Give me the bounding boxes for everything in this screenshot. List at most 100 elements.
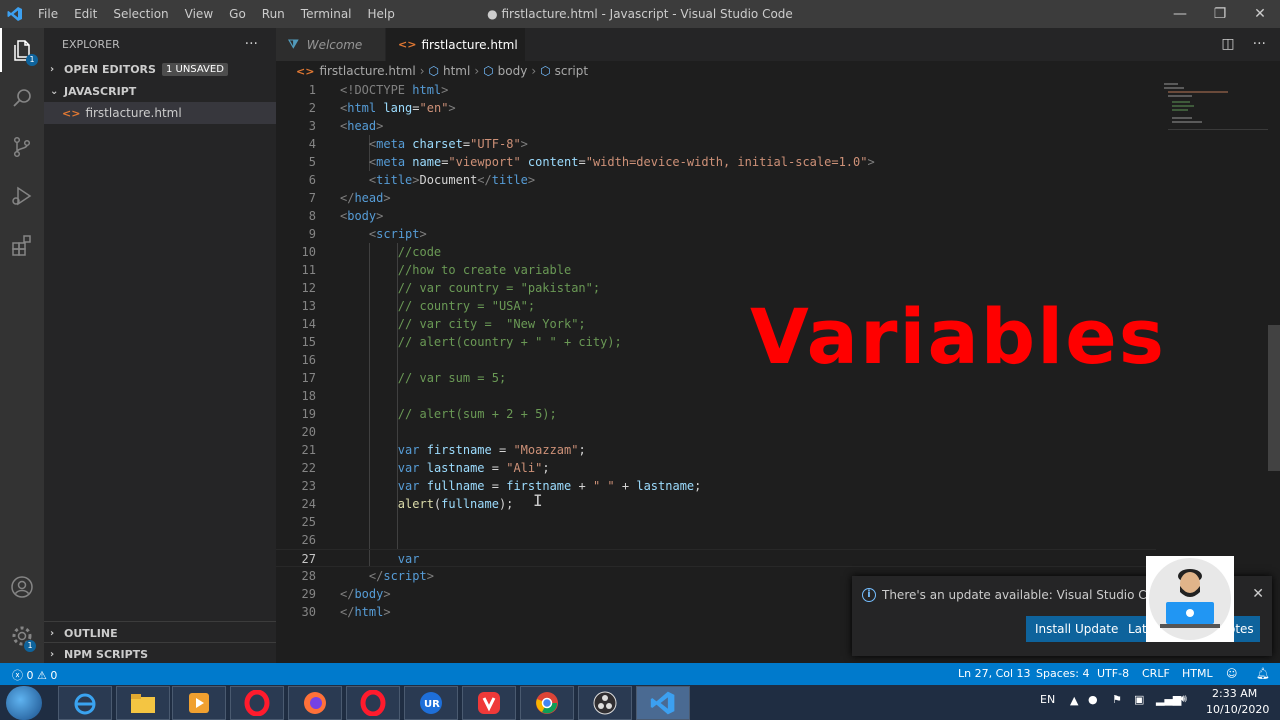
- menu-run[interactable]: Run: [254, 7, 293, 21]
- notifications-bell-icon[interactable]: 🔔︎: [1256, 667, 1270, 680]
- code-line: <!DOCTYPE html>: [340, 83, 449, 97]
- breadcrumb-body[interactable]: body: [498, 64, 528, 78]
- menu-file[interactable]: File: [30, 7, 66, 21]
- notification-message: There's an update available: Visual Stud…: [882, 588, 1152, 602]
- vscode-tab-icon: ⧩: [288, 37, 299, 51]
- split-editor-icon[interactable]: ◫: [1221, 36, 1234, 52]
- element-icon: ⬡: [540, 64, 551, 78]
- open-editors-section[interactable]: › OPEN EDITORS 1 UNSAVED: [44, 58, 276, 80]
- language-indicator[interactable]: EN: [1040, 693, 1055, 706]
- accounts-activity-button[interactable]: [0, 565, 44, 609]
- chrome-icon[interactable]: [520, 686, 574, 720]
- close-icon[interactable]: ✕: [1252, 586, 1264, 602]
- svg-text:UR: UR: [424, 699, 440, 710]
- vscode-logo-icon: [0, 0, 30, 28]
- language-mode[interactable]: HTML: [1182, 667, 1213, 680]
- cursor-position[interactable]: Ln 27, Col 13: [958, 667, 1031, 680]
- scrollbar-thumb[interactable]: [1268, 325, 1280, 471]
- vivaldi-icon[interactable]: [462, 686, 516, 720]
- network-icon[interactable]: ▂▄▆: [1156, 693, 1181, 706]
- info-icon: i: [862, 588, 876, 602]
- window-controls: — ❐ ✕: [1160, 0, 1280, 28]
- code-line: //how to create variable: [397, 263, 572, 277]
- indentation[interactable]: Spaces: 4: [1036, 667, 1089, 680]
- menu-go[interactable]: Go: [221, 7, 254, 21]
- vscode-taskbar-icon[interactable]: [636, 686, 690, 720]
- file-item-firstlacture[interactable]: <> firstlacture.html: [44, 102, 276, 124]
- explorer-activity-button[interactable]: 1: [0, 28, 44, 72]
- outline-section[interactable]: › OUTLINE: [44, 621, 276, 644]
- code-line: var firstname = "Moazzam";: [397, 443, 586, 457]
- line-number: 9: [308, 227, 316, 241]
- opera-icon[interactable]: [230, 686, 284, 720]
- breadcrumb-file[interactable]: firstlacture.html: [319, 64, 415, 78]
- tray-app-icon[interactable]: ●: [1088, 693, 1098, 706]
- source-control-activity-button[interactable]: [0, 125, 44, 169]
- more-actions-icon[interactable]: ···: [1253, 36, 1266, 52]
- chevron-down-icon: ⌄: [50, 85, 59, 97]
- npm-scripts-section[interactable]: › NPM SCRIPTS: [44, 642, 276, 665]
- run-debug-activity-button[interactable]: [0, 174, 44, 218]
- account-icon: [11, 576, 33, 598]
- menu-edit[interactable]: Edit: [66, 7, 105, 21]
- minimize-icon[interactable]: —: [1160, 0, 1200, 28]
- chevron-right-icon: ›: [50, 648, 55, 660]
- code-line: //code: [397, 245, 442, 259]
- breadcrumb-html[interactable]: html: [443, 64, 470, 78]
- line-number: 6: [308, 173, 316, 187]
- show-hidden-icons-icon[interactable]: ▲: [1070, 694, 1078, 707]
- windows-start-button[interactable]: [6, 686, 42, 720]
- code-line: var fullname = firstname + " " + lastnam…: [397, 479, 702, 493]
- uc-browser-icon[interactable]: UR: [404, 686, 458, 720]
- line-number: 29: [301, 587, 316, 601]
- editor-tabs: ⧩ Welcome <> firstlacture.html ◫ ···: [276, 28, 1280, 61]
- problems-indicator[interactable]: ⓧ 0 ⚠ 0: [12, 667, 57, 683]
- tab-firstlacture[interactable]: <> firstlacture.html: [386, 28, 526, 61]
- code-line: <meta charset="UTF-8">: [368, 137, 528, 151]
- minimap[interactable]: [1160, 81, 1268, 141]
- menu-help[interactable]: Help: [360, 7, 403, 21]
- line-number: 26: [301, 533, 316, 547]
- volume-icon[interactable]: 🔊︎: [1180, 692, 1187, 706]
- flag-icon[interactable]: ⚑: [1112, 693, 1122, 706]
- file-explorer-icon[interactable]: [116, 686, 170, 720]
- opera-alt-icon[interactable]: [346, 686, 400, 720]
- menu-terminal[interactable]: Terminal: [293, 7, 360, 21]
- restore-icon[interactable]: ❐: [1200, 0, 1240, 28]
- code-line: <body>: [340, 209, 384, 223]
- menu-view[interactable]: View: [177, 7, 221, 21]
- html-file-icon: <>: [62, 106, 81, 120]
- line-number: 23: [301, 479, 316, 493]
- line-number: 16: [301, 353, 316, 367]
- extensions-activity-button[interactable]: [0, 223, 44, 267]
- line-number: 28: [301, 569, 316, 583]
- obs-icon[interactable]: [578, 686, 632, 720]
- line-number: 11: [301, 263, 316, 277]
- code-line: var: [397, 552, 420, 566]
- media-player-icon[interactable]: [172, 686, 226, 720]
- html-file-icon: <>: [398, 38, 417, 51]
- feedback-icon[interactable]: ☺: [1226, 667, 1237, 680]
- more-actions-icon[interactable]: ···: [245, 36, 258, 52]
- code-line: // alert(country + " " + city);: [397, 335, 622, 349]
- line-number: 19: [301, 407, 316, 421]
- manage-activity-button[interactable]: 1: [0, 614, 44, 658]
- breadcrumb-script[interactable]: script: [555, 64, 588, 78]
- clock-time[interactable]: 2:33 AM: [1212, 687, 1257, 700]
- close-window-icon[interactable]: ✕: [1240, 0, 1280, 28]
- chevron-right-icon: ›: [474, 64, 480, 78]
- tray-device-icon[interactable]: ▣: [1134, 693, 1144, 706]
- javascript-folder-section[interactable]: ⌄ JAVASCRIPT: [44, 80, 276, 102]
- code-line: var lastname = "Ali";: [397, 461, 550, 475]
- install-update-button[interactable]: Install Update: [1026, 616, 1128, 642]
- line-ending[interactable]: CRLF: [1142, 667, 1170, 680]
- firefox-icon[interactable]: [288, 686, 342, 720]
- internet-explorer-icon[interactable]: [58, 686, 112, 720]
- search-activity-button[interactable]: [0, 76, 44, 120]
- encoding[interactable]: UTF-8: [1097, 667, 1129, 680]
- menu-selection[interactable]: Selection: [105, 7, 176, 21]
- tab-welcome[interactable]: ⧩ Welcome: [276, 28, 386, 61]
- clock-date[interactable]: 10/10/2020: [1206, 703, 1269, 716]
- search-icon: [13, 89, 31, 107]
- tab-active-label: firstlacture.html: [421, 37, 518, 52]
